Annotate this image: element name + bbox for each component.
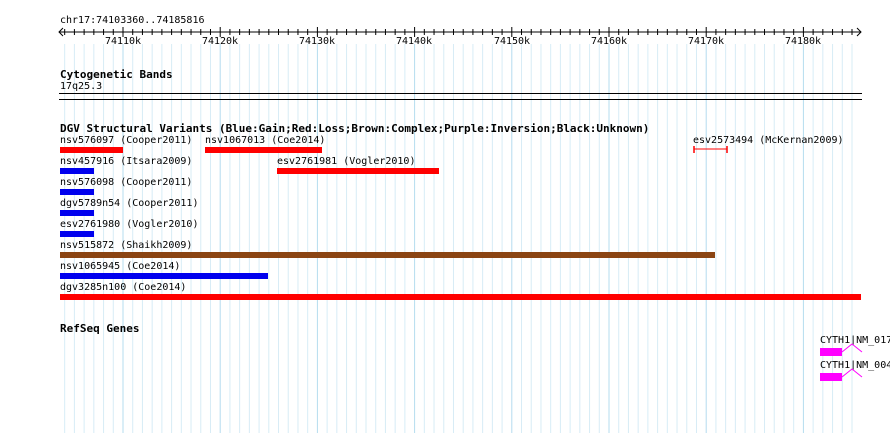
ruler-tick-label: 74140k — [395, 36, 433, 47]
variant-complex-bar[interactable] — [60, 252, 715, 258]
variant-loss-bar[interactable] — [60, 147, 123, 153]
variant-label[interactable]: nsv515872 (Shaikh2009) — [60, 240, 192, 252]
variant-loss-bar[interactable] — [205, 147, 322, 153]
variant-label[interactable]: nsv576097 (Cooper2011) — [60, 135, 192, 147]
cytoband-label: 17q25.3 — [60, 81, 103, 92]
variant-label[interactable]: esv2761980 (Vogler2010) — [60, 219, 198, 231]
gene-exon[interactable] — [820, 348, 842, 356]
cytoband-outline-bottom — [59, 99, 862, 100]
ruler-tick-label: 74150k — [493, 36, 531, 47]
variant-loss-bar[interactable] — [60, 294, 861, 300]
variant-label[interactable]: nsv1065945 (Coe2014) — [60, 261, 180, 273]
variant-gain-bar[interactable] — [60, 210, 94, 216]
gene-exon[interactable] — [820, 373, 842, 381]
variant-gain-bar[interactable] — [60, 168, 94, 174]
cytobands-track-title: Cytogenetic Bands — [60, 68, 173, 81]
variant-label[interactable]: dgv5789n54 (Cooper2011) — [60, 198, 198, 210]
genome-browser: chr17:74103360..74185816 74110k 74120k 7… — [0, 0, 890, 433]
ruler-tick-label: 74120k — [201, 36, 239, 47]
dgv-track-title: DGV Structural Variants (Blue:Gain;Red:L… — [60, 122, 650, 135]
ruler-tick-label: 74160k — [590, 36, 628, 47]
gene-intron — [842, 368, 863, 378]
variant-label[interactable]: nsv1067013 (Coe2014) — [205, 135, 325, 147]
refseq-track-title: RefSeq Genes — [60, 322, 140, 335]
variant-gain-bar[interactable] — [60, 273, 268, 279]
variant-label[interactable]: dgv3285n100 (Coe2014) — [60, 282, 186, 294]
gene-intron — [842, 343, 863, 353]
variant-label[interactable]: nsv576098 (Cooper2011) — [60, 177, 192, 189]
ruler-tick-label: 74170k — [687, 36, 725, 47]
variant-label[interactable]: esv2761981 (Vogler2010) — [277, 156, 415, 168]
variant-loss-marker[interactable] — [692, 145, 730, 155]
variant-gain-bar[interactable] — [60, 231, 94, 237]
variant-gain-bar[interactable] — [60, 189, 94, 195]
variant-label[interactable]: nsv457916 (Itsara2009) — [60, 156, 192, 168]
ruler-tick-label: 74110k — [104, 36, 142, 47]
variant-loss-bar[interactable] — [277, 168, 439, 174]
cytoband-outline-top — [59, 93, 862, 94]
ruler-tick-label: 74130k — [298, 36, 336, 47]
grid-lines — [64, 44, 853, 433]
ruler-tick-label: 74180k — [784, 36, 822, 47]
